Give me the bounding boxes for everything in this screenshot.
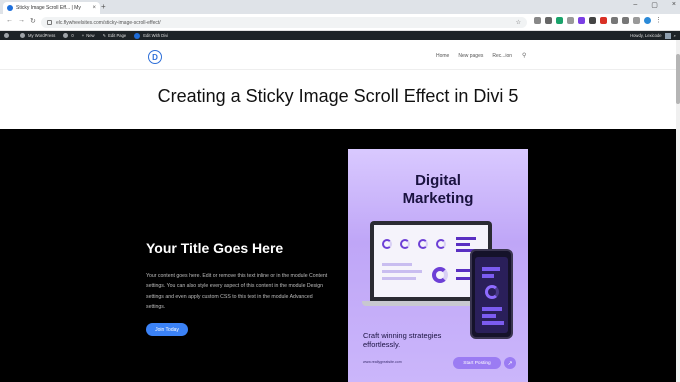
menu-icon[interactable]: ⋮ [655,17,662,24]
bar-shape [482,274,494,278]
image-title: Digital Marketing [348,172,528,208]
join-today-button[interactable]: Join Today [146,323,188,336]
edit-with-divi-item[interactable]: Edit With Divi [134,32,169,39]
phone-screen [475,257,508,333]
plus-icon: + [81,33,85,38]
address-bar[interactable]: elc.flywheelsites.com/sticky-image-scrol… [41,17,527,28]
new-tab-button[interactable]: + [101,2,106,12]
hero-title: Your Title Goes Here [146,240,284,256]
search-icon[interactable]: ⌕ [674,33,676,38]
back-icon[interactable]: ← [6,17,13,24]
bar-shape [482,307,502,311]
nav-item-home[interactable]: Home [436,53,449,59]
tab-title: Sticky Image Scroll Eff... | My [16,5,81,11]
image-url-text: www.reallygreatsite.com [363,360,402,364]
tab-close-icon[interactable]: × [92,5,96,11]
edit-page-label: Edit Page [108,33,127,38]
comment-icon [63,33,69,38]
wp-logo-item[interactable] [4,33,12,38]
donut-chart-icon [485,285,499,299]
greeting: Howdy, Lexicode [630,33,662,38]
hero-body-text: Your content goes here. Edit or remove t… [146,273,328,310]
extension-icon[interactable] [556,17,563,24]
reload-icon[interactable]: ↻ [30,17,36,25]
image-tagline: Craft winning strategies effortlessly. [363,331,442,349]
bar-shape [482,314,496,318]
comments-item[interactable]: 0 [63,33,74,38]
browser-tab-bar: Sticky Image Scroll Eff... | My × + – ▢ … [0,0,680,14]
bar-shape [456,243,470,246]
title-section: Creating a Sticky Image Scroll Effect in… [0,70,676,129]
edit-page-item[interactable]: ✎ Edit Page [103,33,127,38]
main-nav: Home New pages Rec...ion [436,53,512,59]
bar-shape [482,267,500,271]
minimize-button[interactable]: – [633,1,637,9]
image-title-line2: Marketing [402,190,474,207]
home-icon [20,33,25,38]
image-title-line1: Digital [415,172,461,189]
bar-shape [482,321,504,325]
nav-item-new-pages[interactable]: New pages [458,53,483,59]
edit-with-divi-label: Edit With Divi [143,33,169,38]
pie-chart-icon [432,267,448,283]
browser-tab[interactable]: Sticky Image Scroll Eff... | My × [3,2,100,14]
extensions-area: ⋮ [534,17,662,24]
donut-chart-icon [436,239,446,249]
maximize-button[interactable]: ▢ [651,1,658,9]
url-text: elc.flywheelsites.com/sticky-image-scrol… [56,19,161,26]
close-window-button[interactable]: × [672,1,676,9]
wp-admin-bar: My WordPress 0 + New ✎ Edit Page Edit With… [0,31,680,40]
divi-icon [134,32,141,39]
new-item[interactable]: + New [82,33,95,38]
window-controls: – ▢ × [633,1,676,9]
nav-item-third[interactable]: Rec...ion [492,53,512,59]
scrollbar-thumb[interactable] [676,54,680,104]
browser-toolbar: ← → ↻ elc.flywheelsites.com/sticky-image… [0,14,680,31]
profile-avatar[interactable] [644,17,651,24]
avatar [664,32,671,39]
extension-icon[interactable] [611,17,618,24]
wordpress-icon [4,33,9,38]
hero-section: Your Title Goes Here Your content goes h… [0,129,676,382]
search-icon[interactable]: ⚲ [522,52,526,59]
bar-shape [456,237,476,240]
phone-illustration [470,249,513,339]
site-name-item[interactable]: My WordPress [20,33,55,38]
site-info-icon[interactable] [47,20,52,25]
site-name: My WordPress [28,33,56,38]
extension-icon[interactable] [534,17,541,24]
wordpress-favicon-icon [7,5,13,11]
extension-icon[interactable] [578,17,585,24]
downloads-icon[interactable] [633,17,640,24]
pencil-icon: ✎ [102,33,107,38]
extension-icon[interactable] [567,17,574,24]
start-posting-graphic: Start Posting [453,357,501,369]
site-logo[interactable]: D [148,50,162,64]
donut-chart-icon [400,239,410,249]
arrow-icon: ↗ [504,357,516,369]
page-scrollbar[interactable] [676,40,680,382]
bar-shape [382,263,412,266]
site-header: D Home New pages Rec...ion ⚲ [0,40,676,70]
account-item[interactable]: Howdy, Lexicode ⌕ [630,32,676,39]
sticky-image: Digital Marketing Craft winning strategi… [348,149,528,382]
comment-count: 0 [71,33,74,38]
extension-icon[interactable] [589,17,596,24]
extension-icon[interactable] [545,17,552,24]
bookmark-star-icon[interactable]: ☆ [516,19,521,26]
forward-icon[interactable]: → [18,17,25,24]
extension-icon[interactable] [600,17,607,24]
bar-shape [382,277,416,280]
bar-shape [382,270,422,273]
donut-chart-icon [418,239,428,249]
donut-chart-icon [382,239,392,249]
new-label: New [86,33,95,38]
puzzle-icon[interactable] [622,17,629,24]
page-title: Creating a Sticky Image Scroll Effect in… [157,86,519,106]
